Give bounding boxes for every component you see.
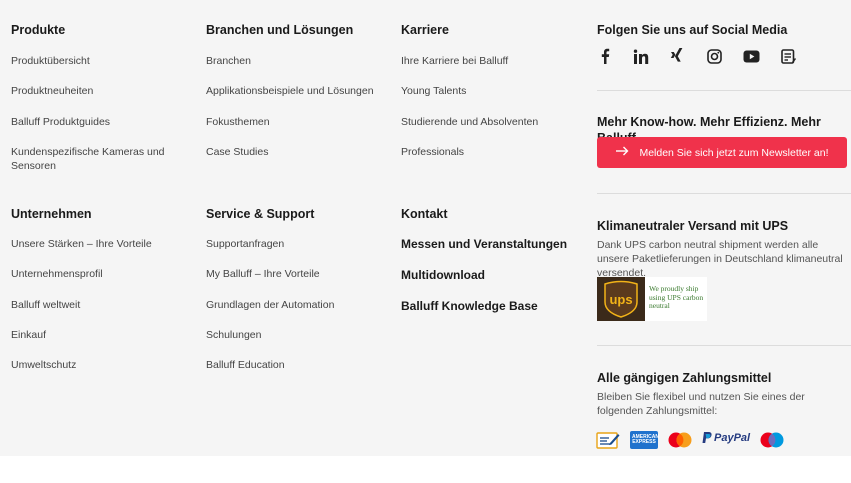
footer-link[interactable]: Supportanfragen xyxy=(206,237,284,251)
footer-bold-link[interactable]: Balluff Knowledge Base xyxy=(401,298,538,314)
footer-link[interactable]: Case Studies xyxy=(206,145,268,159)
footer-link[interactable]: Applikationsbeispiele und Lösungen xyxy=(206,84,374,98)
site-footer: Produkte Produktübersicht Produktneuheit… xyxy=(0,0,851,456)
invoice-icon xyxy=(596,429,620,455)
mastercard-icon xyxy=(667,431,693,454)
social-heading: Folgen Sie uns auf Social Media xyxy=(597,23,788,37)
payment-description: Bleiben Sie flexibel und nutzen Sie eine… xyxy=(597,391,805,417)
footer-link[interactable]: Professionals xyxy=(401,145,464,159)
footer-link[interactable]: Umweltschutz xyxy=(11,358,76,372)
footer-link[interactable]: Young Talents xyxy=(401,84,466,98)
ups-badge-text: We proudly ship using UPS carbon neutral xyxy=(645,277,707,321)
column-heading: Unternehmen xyxy=(11,207,92,221)
footer-link[interactable]: Produktübersicht xyxy=(11,54,90,68)
paypal-text: PayPal xyxy=(714,432,751,444)
ups-heading: Klimaneutraler Versand mit UPS xyxy=(597,219,789,233)
newsletter-signup-button[interactable]: Melden Sie sich jetzt zum Newsletter an! xyxy=(597,137,847,168)
footer-link[interactable]: Balluff Education xyxy=(206,358,285,372)
footer-link[interactable]: Balluff weltweit xyxy=(11,298,80,312)
column-heading: Service & Support xyxy=(206,207,315,221)
footer-link[interactable]: Einkauf xyxy=(11,328,46,342)
american-express-icon: AMERICAN EXPRESS xyxy=(630,431,659,449)
blog-icon[interactable] xyxy=(781,49,796,65)
maestro-icon xyxy=(759,431,785,454)
xing-icon[interactable] xyxy=(670,48,684,65)
facebook-icon[interactable] xyxy=(598,48,612,64)
paypal-icon: PayPal xyxy=(702,432,750,444)
payment-heading: Alle gängigen Zahlungsmittel xyxy=(597,371,772,385)
column-heading: Karriere xyxy=(401,23,449,37)
column-heading: Branchen und Lösungen xyxy=(206,23,354,37)
amex-text: AMERICAN EXPRESS xyxy=(632,434,659,445)
divider xyxy=(597,90,851,91)
newsletter-button-label: Melden Sie sich jetzt zum Newsletter an! xyxy=(639,146,829,159)
instagram-icon[interactable] xyxy=(707,49,722,64)
ups-description: Dank UPS carbon neutral shipment werden … xyxy=(597,239,843,279)
footer-link[interactable]: Schulungen xyxy=(206,328,261,342)
footer-link[interactable]: Unsere Stärken – Ihre Vorteile xyxy=(11,237,152,251)
footer-bold-link[interactable]: Messen und Veranstaltungen xyxy=(401,236,567,252)
footer-link[interactable]: My Balluff – Ihre Vorteile xyxy=(206,267,320,281)
footer-link[interactable]: Balluff Produktguides xyxy=(11,115,110,129)
footer-bold-link[interactable]: Multidownload xyxy=(401,267,485,283)
contact-link[interactable]: Kontakt xyxy=(401,206,448,222)
footer-link[interactable]: Produktneuheiten xyxy=(11,84,93,98)
ups-carbon-neutral-logo: ups We proudly ship using UPS carbon neu… xyxy=(597,277,707,321)
column-heading: Produkte xyxy=(11,23,66,37)
footer-link[interactable]: Grundlagen der Automation xyxy=(206,298,334,312)
footer-link[interactable]: Unternehmensprofil xyxy=(11,267,103,281)
ups-shield-logo: ups xyxy=(597,277,645,321)
divider xyxy=(597,345,851,346)
footer-column-produkte: Produkte xyxy=(11,22,191,38)
ups-logo-text: ups xyxy=(609,292,632,307)
youtube-icon[interactable] xyxy=(743,50,760,63)
footer-link[interactable]: Fokusthemen xyxy=(206,115,270,129)
divider xyxy=(597,193,851,194)
footer-link[interactable]: Ihre Karriere bei Balluff xyxy=(401,54,508,68)
footer-link[interactable]: Studierende und Absolventen xyxy=(401,115,538,129)
linkedin-icon[interactable] xyxy=(633,49,649,65)
arrow-right-icon xyxy=(615,146,629,159)
footer-link[interactable]: Kundenspezifische Kameras und Sensoren xyxy=(11,145,171,173)
footer-link[interactable]: Branchen xyxy=(206,54,251,68)
